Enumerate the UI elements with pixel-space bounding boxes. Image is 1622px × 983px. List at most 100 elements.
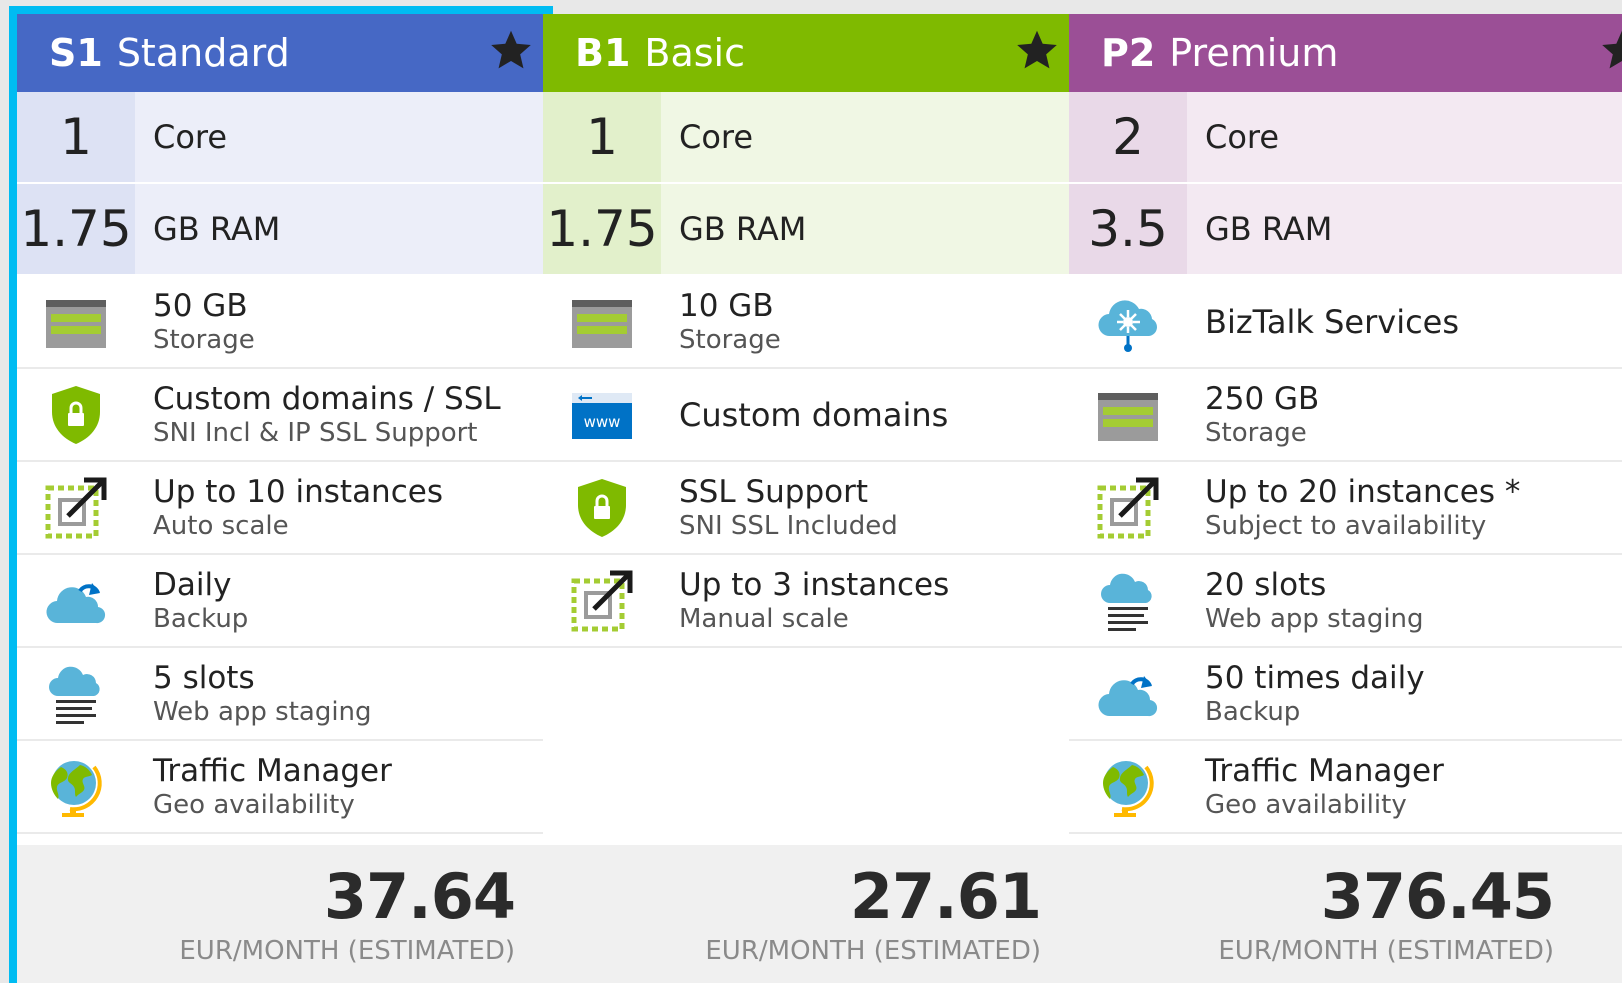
price-amount: 27.61 — [849, 860, 1042, 933]
biztalk-icon — [1098, 299, 1157, 352]
feature-title: Up to 10 instances — [153, 473, 443, 510]
feature-subtitle: Geo availability — [1205, 789, 1407, 820]
tier-card-b1-basic[interactable]: B1 Basic 1 Core 1.75 GB RAM 10 GB Storage… — [543, 14, 1071, 983]
pricing-tier-picker: S1 Standard 1 Core 1.75 GB RAM 50 GB Stor… — [0, 0, 1622, 983]
core-count: 1 — [543, 92, 661, 182]
tier-code: B1 — [575, 31, 631, 75]
feature-title: 50 times daily — [1205, 659, 1425, 696]
star-icon[interactable] — [489, 28, 533, 72]
feature-subtitle: Backup — [153, 603, 249, 634]
star-icon[interactable] — [1600, 28, 1622, 72]
feature-subtitle: Storage — [153, 324, 255, 355]
feature-storage: 10 GB Storage — [543, 276, 1071, 369]
ram-label: GB RAM — [153, 210, 281, 248]
ssl-shield-icon — [52, 385, 100, 444]
ram-row: 3.5 GB RAM — [1069, 184, 1622, 276]
tier-header: B1 Basic — [543, 14, 1071, 92]
ram-label: GB RAM — [679, 210, 807, 248]
core-label: Core — [1205, 118, 1280, 156]
feature-biztalk: BizTalk Services — [1069, 276, 1622, 369]
ram-amount: 1.75 — [543, 184, 661, 274]
core-count: 2 — [1069, 92, 1187, 182]
tier-code: P2 — [1101, 31, 1156, 75]
feature-subtitle: Manual scale — [679, 603, 849, 634]
feature-staging-slots: 20 slots Web app staging — [1069, 555, 1622, 648]
staging-cloud-icon — [1101, 573, 1152, 631]
backup-cloud-icon — [46, 582, 106, 623]
tier-header: S1 Standard — [17, 14, 545, 92]
feature-title: Up to 3 instances — [679, 566, 950, 603]
tier-name: Standard — [116, 31, 290, 75]
staging-cloud-icon — [49, 666, 100, 724]
tier-card-s1-standard[interactable]: S1 Standard 1 Core 1.75 GB RAM 50 GB Stor… — [17, 14, 545, 983]
feature-backup: 50 times daily Backup — [1069, 648, 1622, 741]
feature-subtitle: Web app staging — [153, 696, 372, 727]
price-unit: EUR/MONTH (ESTIMATED) — [705, 936, 1041, 966]
feature-title: 10 GB — [679, 287, 774, 324]
storage-icon — [1098, 392, 1158, 441]
storage-icon — [46, 299, 106, 348]
feature-subtitle: Storage — [679, 324, 781, 355]
core-count: 1 — [17, 92, 135, 182]
feature-title: Traffic Manager — [1205, 752, 1444, 789]
ram-label: GB RAM — [1205, 210, 1333, 248]
feature-title: 20 slots — [1205, 566, 1327, 603]
feature-subtitle: Auto scale — [153, 510, 289, 541]
feature-title: 250 GB — [1205, 380, 1320, 417]
feature-title: BizTalk Services — [1205, 302, 1460, 341]
feature-subtitle: Storage — [1205, 417, 1307, 448]
feature-subtitle: Subject to availability — [1205, 510, 1487, 541]
www-icon: www — [572, 392, 632, 439]
feature-instances: Up to 3 instances Manual scale — [543, 555, 1071, 648]
price-unit: EUR/MONTH (ESTIMATED) — [179, 936, 515, 966]
globe-icon — [51, 760, 102, 817]
price-footer: 376.45 EUR/MONTH (ESTIMATED) — [1069, 845, 1622, 983]
ram-row: 1.75 GB RAM — [543, 184, 1071, 276]
feature-subtitle: Geo availability — [153, 789, 355, 820]
ram-row: 1.75 GB RAM — [17, 184, 545, 276]
feature-title: Custom domains — [679, 395, 949, 434]
ssl-shield-icon — [578, 478, 626, 537]
feature-subtitle: SNI Incl & IP SSL Support — [153, 417, 478, 448]
ram-amount: 3.5 — [1069, 184, 1187, 274]
price-footer: 37.64 EUR/MONTH (ESTIMATED) — [17, 845, 545, 983]
feature-instances: Up to 20 instances * Subject to availabil… — [1069, 462, 1622, 555]
feature-staging-slots: 5 slots Web app staging — [17, 648, 545, 741]
feature-title: 50 GB — [153, 287, 248, 324]
feature-traffic-manager: Traffic Manager Geo availability — [17, 741, 545, 834]
feature-title: Traffic Manager — [153, 752, 392, 789]
price-footer: 27.61 EUR/MONTH (ESTIMATED) — [543, 845, 1071, 983]
feature-custom-domains: www Custom domains — [543, 369, 1071, 462]
price-amount: 376.45 — [1320, 860, 1555, 933]
feature-subtitle: Backup — [1205, 696, 1301, 727]
core-label: Core — [679, 118, 754, 156]
storage-icon — [572, 299, 632, 348]
feature-title: SSL Support — [679, 473, 869, 510]
tier-name: Basic — [644, 31, 746, 75]
feature-title: Daily — [153, 566, 232, 603]
star-icon[interactable] — [1015, 28, 1059, 72]
tier-card-p2-premium[interactable]: P2 Premium 2 Core 3.5 GB RAM BizTalk Ser… — [1069, 14, 1622, 983]
scale-icon — [571, 570, 633, 631]
feature-storage: 50 GB Storage — [17, 276, 545, 369]
feature-subtitle: SNI SSL Included — [679, 510, 898, 541]
core-row: 1 Core — [543, 92, 1071, 184]
feature-title: Custom domains / SSL — [153, 380, 501, 417]
scale-icon — [45, 477, 107, 538]
feature-ssl-support: SSL Support SNI SSL Included — [543, 462, 1071, 555]
feature-instances: Up to 10 instances Auto scale — [17, 462, 545, 555]
price-unit: EUR/MONTH (ESTIMATED) — [1218, 936, 1554, 966]
core-row: 2 Core — [1069, 92, 1622, 184]
feature-traffic-manager: Traffic Manager Geo availability — [1069, 741, 1622, 834]
feature-title: Up to 20 instances * — [1205, 473, 1521, 510]
scale-icon — [1097, 477, 1159, 538]
feature-custom-domains-ssl: Custom domains / SSL SNI Incl & IP SSL Su… — [17, 369, 545, 462]
tier-code: S1 — [49, 31, 103, 75]
svg-text:www: www — [584, 413, 621, 431]
feature-subtitle: Web app staging — [1205, 603, 1424, 634]
price-amount: 37.64 — [323, 860, 516, 933]
globe-icon — [1103, 760, 1154, 817]
ram-amount: 1.75 — [17, 184, 135, 274]
feature-storage: 250 GB Storage — [1069, 369, 1622, 462]
tier-header: P2 Premium — [1069, 14, 1622, 92]
